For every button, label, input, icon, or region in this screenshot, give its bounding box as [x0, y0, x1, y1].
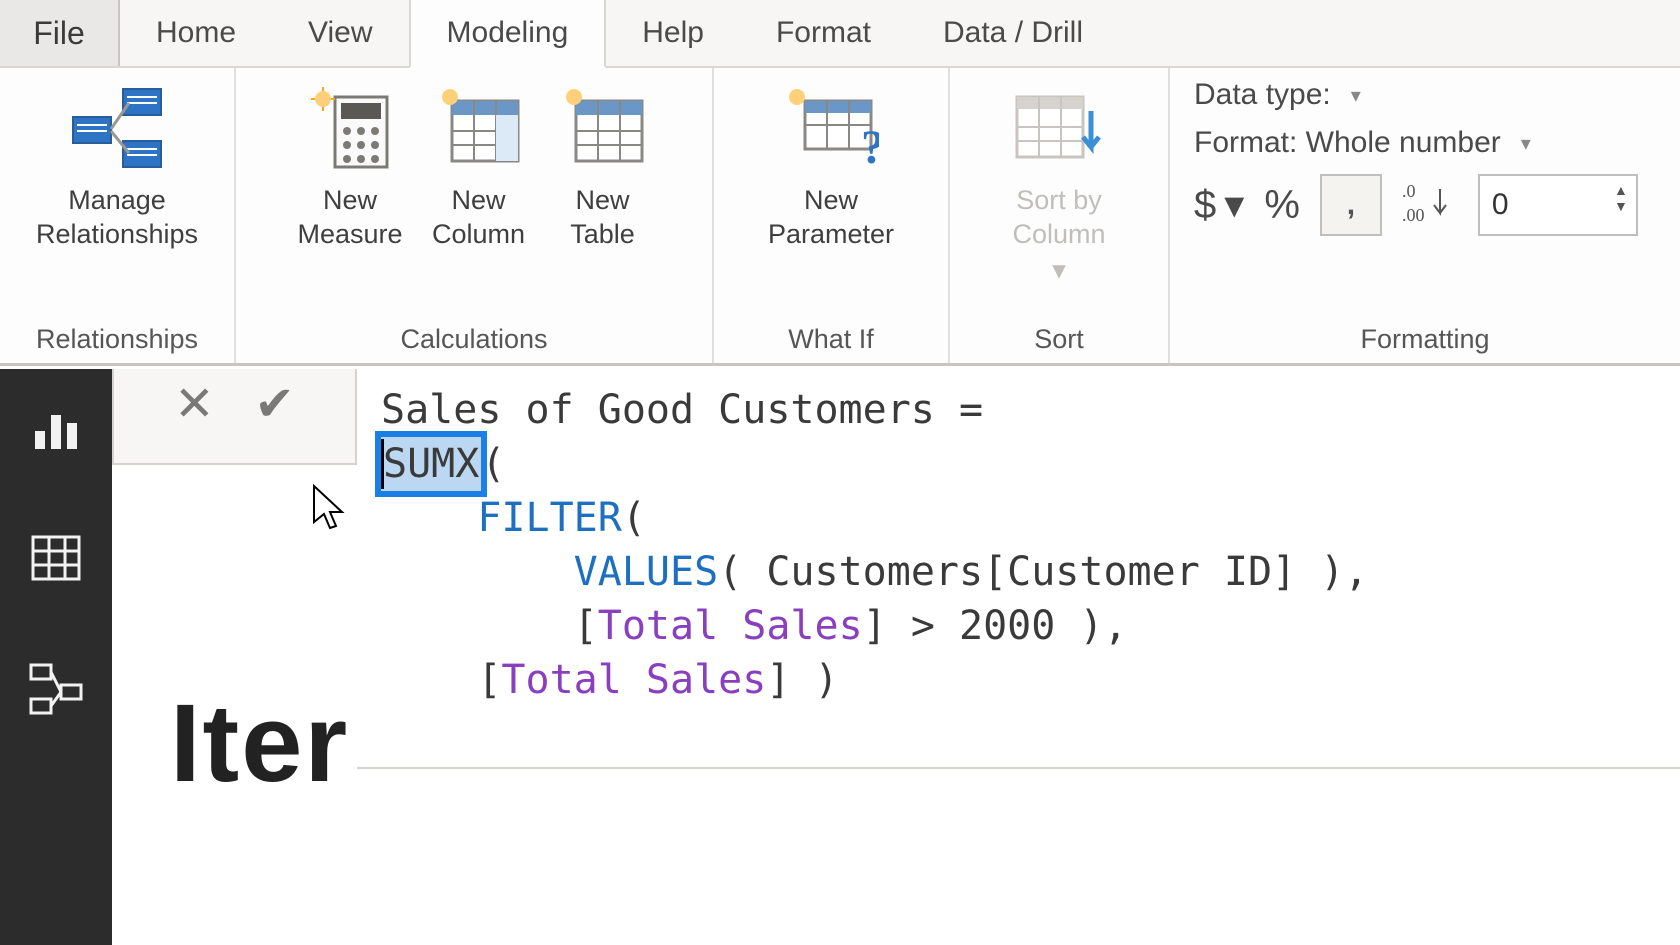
ribbon: Manage Relationships Relationships — [0, 68, 1680, 366]
table-icon — [555, 80, 651, 176]
svg-text:?: ? — [861, 121, 879, 173]
chevron-down-icon: ▾ — [1052, 254, 1066, 288]
new-table-label: New Table — [570, 184, 635, 252]
ribbon-group-relationships: Manage Relationships Relationships — [0, 68, 236, 363]
formula-controls: ✕ ✔ — [112, 369, 357, 465]
manage-relationships-label: Manage Relationships — [36, 184, 198, 252]
formula-editor[interactable]: Sales of Good Customers = SUMX( FILTER( … — [357, 369, 1680, 769]
svg-text:.0: .0 — [1402, 181, 1416, 201]
decimal-places-icon: .0 .00 — [1402, 177, 1458, 234]
new-parameter-button[interactable]: ? New Parameter — [754, 72, 908, 252]
cancel-formula-button[interactable]: ✕ — [174, 381, 214, 429]
ribbon-group-formatting: Data type: ▾ Format: Whole number ▾ $ ▾ … — [1170, 68, 1680, 363]
mouse-cursor-icon — [312, 484, 346, 532]
ribbon-group-calculations: New Measure — [236, 68, 714, 363]
formula-text: ] — [863, 603, 887, 649]
model-view-button[interactable] — [0, 653, 112, 723]
tab-data-drill[interactable]: Data / Drill — [907, 0, 1119, 66]
ribbon-group-label-relationships: Relationships — [0, 318, 234, 363]
currency-dropdown[interactable]: $ ▾ — [1194, 182, 1244, 228]
new-measure-button[interactable]: New Measure — [283, 72, 416, 252]
table-column-icon — [431, 80, 527, 176]
ribbon-group-label-whatif: What If — [714, 318, 948, 363]
manage-relationships-button[interactable]: Manage Relationships — [22, 72, 212, 252]
ribbon-group-label-formatting: Formatting — [1170, 318, 1680, 363]
sort-by-column-label: Sort by Column — [1012, 184, 1105, 252]
new-table-button[interactable]: New Table — [541, 72, 665, 252]
formula-token-total-sales-2: Total Sales — [501, 657, 766, 703]
format-dropdown[interactable]: Format: Whole number ▾ — [1194, 126, 1656, 160]
data-view-button[interactable] — [0, 523, 112, 593]
formula-text: ( — [481, 441, 505, 487]
sort-icon — [1011, 80, 1107, 176]
tab-modeling[interactable]: Modeling — [409, 0, 607, 68]
decimal-places-input[interactable]: 0 ▲▼ — [1478, 174, 1638, 236]
tab-help[interactable]: Help — [606, 0, 740, 66]
format-label: Format: Whole number — [1194, 126, 1501, 160]
new-column-label: New Column — [432, 184, 525, 252]
ribbon-tab-bar: File Home View Modeling Help Format Data… — [0, 0, 1680, 68]
sort-by-column-button[interactable]: Sort by Column ▾ — [997, 72, 1121, 287]
spinner-arrows[interactable]: ▲▼ — [1614, 182, 1628, 228]
formula-text: ) — [790, 657, 838, 703]
ribbon-group-label-calculations: Calculations — [236, 318, 712, 363]
comma-icon: , — [1347, 188, 1355, 222]
parameter-icon: ? — [783, 80, 879, 176]
tab-format[interactable]: Format — [740, 0, 907, 66]
formula-line-1: Sales of Good Customers = — [381, 387, 1007, 433]
tab-home[interactable]: Home — [120, 0, 272, 66]
tab-view[interactable]: View — [272, 0, 408, 66]
chevron-down-icon: ▾ — [1521, 131, 1531, 156]
report-view-button[interactable] — [0, 393, 112, 463]
ribbon-group-sort: Sort by Column ▾ Sort — [950, 68, 1170, 363]
data-type-dropdown[interactable]: Data type: ▾ — [1194, 78, 1656, 112]
formula-token-values: VALUES — [574, 549, 719, 595]
ribbon-group-label-sort: Sort — [950, 318, 1168, 363]
formula-text: [ — [574, 603, 598, 649]
relationships-icon — [69, 80, 165, 176]
dollar-icon: $ — [1194, 183, 1216, 228]
formula-token-filter: FILTER — [477, 495, 622, 541]
view-switcher — [0, 369, 112, 945]
thousands-separator-toggle[interactable]: , — [1320, 174, 1382, 236]
formula-text: ( Customers[Customer ID] ), — [718, 549, 1368, 595]
percent-button[interactable]: % — [1264, 183, 1300, 228]
new-parameter-label: New Parameter — [768, 184, 894, 252]
chevron-down-icon: ▾ — [1351, 83, 1361, 108]
new-measure-label: New Measure — [297, 184, 402, 252]
formula-token-sumx: SUMX — [381, 437, 481, 491]
data-type-label: Data type: — [1194, 78, 1331, 112]
formula-text: > 2000 ), — [887, 603, 1128, 649]
svg-text:.00: .00 — [1402, 205, 1425, 225]
new-column-button[interactable]: New Column — [417, 72, 541, 252]
ribbon-group-whatif: ? New Parameter What If — [714, 68, 950, 363]
chevron-down-icon: ▾ — [1224, 182, 1244, 228]
formula-text: ] — [766, 657, 790, 703]
commit-formula-button[interactable]: ✔ — [255, 381, 295, 429]
formula-bar: ✕ ✔ Sales of Good Customers = SUMX( FILT… — [112, 369, 1680, 769]
calculator-icon — [302, 80, 398, 176]
formula-token-total-sales: Total Sales — [598, 603, 863, 649]
formula-text: [ — [477, 657, 501, 703]
decimal-places-value: 0 — [1492, 188, 1509, 222]
tab-file[interactable]: File — [0, 0, 120, 66]
formula-text: ( — [622, 495, 646, 541]
